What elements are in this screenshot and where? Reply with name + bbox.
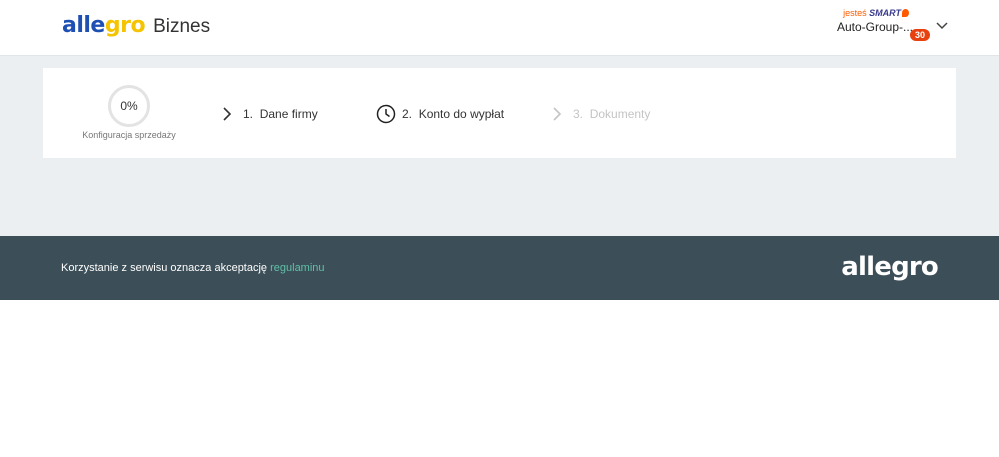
step-number: 3.	[573, 107, 584, 121]
allegro-logo-word: allegro	[62, 13, 146, 38]
top-header: allegro Biznes jesteś SMART Auto-Group-.…	[0, 0, 999, 56]
main-content: 0% Konfiguracja sprzedaży 1. Dane firmy …	[0, 56, 999, 236]
step-label: Dane firmy	[259, 107, 318, 121]
footer-terms-text: Korzystanie z serwisu oznacza akceptację…	[61, 262, 325, 274]
footer: Korzystanie z serwisu oznacza akceptację…	[0, 236, 999, 300]
chevron-down-icon[interactable]	[935, 19, 949, 33]
step-label: Konto do wypłat	[418, 107, 505, 121]
progress-label: Konfiguracja sprzedaży	[82, 130, 176, 140]
smart-status: jesteś SMART	[843, 8, 909, 18]
biznes-label: Biznes	[153, 16, 211, 37]
step-label: Dokumenty	[589, 107, 651, 121]
blank-area	[0, 300, 999, 457]
footer-allegro-logo[interactable]: allegro	[841, 252, 939, 282]
chevron-right-icon	[547, 104, 567, 124]
smart-pin-icon	[902, 9, 909, 17]
setup-card: 0% Konfiguracja sprzedaży 1. Dane firmy …	[43, 68, 956, 158]
step-number: 1.	[243, 107, 254, 121]
account-name: Auto-Group-...	[836, 20, 913, 34]
progress-ring: 0%	[108, 85, 150, 127]
account-menu[interactable]: jesteś SMART Auto-Group-... 30	[819, 8, 948, 44]
step-number: 2.	[402, 107, 413, 121]
terms-link[interactable]: regulaminu	[270, 262, 324, 274]
clock-icon	[376, 104, 396, 124]
step-dane-firmy[interactable]: 1. Dane firmy	[217, 104, 318, 124]
step-konto-do-wyplat[interactable]: 2. Konto do wypłat	[376, 104, 504, 124]
allegro-biznes-logo[interactable]: allegro Biznes	[62, 13, 210, 38]
progress-value: 0%	[120, 99, 138, 113]
chevron-right-icon	[217, 104, 237, 124]
step-dokumenty: 3. Dokumenty	[547, 104, 650, 124]
notification-badge: 30	[910, 29, 930, 41]
